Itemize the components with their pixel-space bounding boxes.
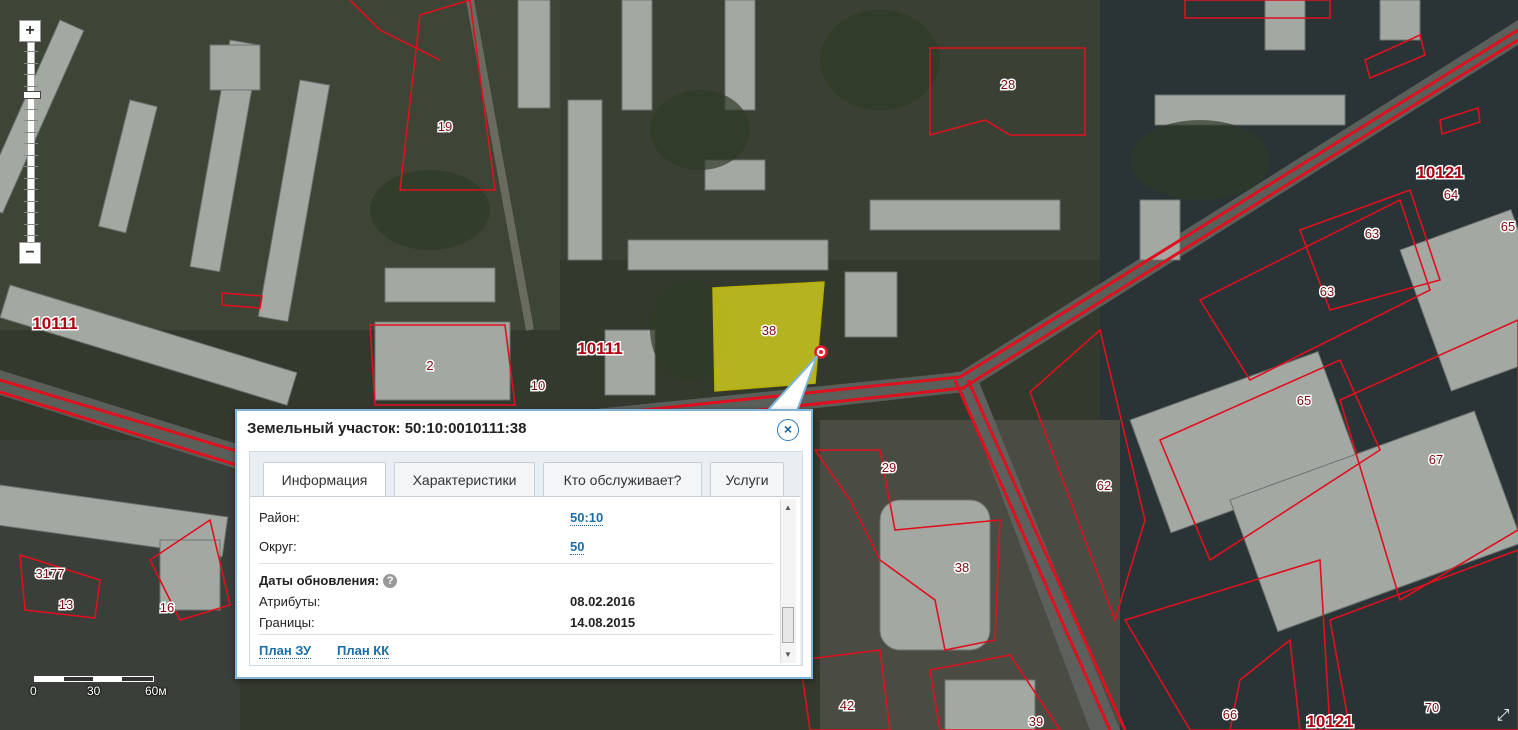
divider <box>259 563 773 564</box>
zoom-out-button[interactable]: − <box>19 242 41 264</box>
okrug-link[interactable]: 50 <box>570 539 585 555</box>
zoom-control[interactable]: + − <box>19 20 41 264</box>
borders-label: Границы: <box>259 615 315 630</box>
scrollbar[interactable]: ▲ ▼ <box>780 499 796 663</box>
parcel-label: 67 <box>1429 452 1443 467</box>
divider <box>259 634 773 635</box>
zoom-tick <box>24 235 38 236</box>
attributes-label: Атрибуты: <box>259 594 321 609</box>
fullscreen-icon[interactable]: ⤢ <box>1494 707 1512 725</box>
scroll-up-icon[interactable]: ▲ <box>784 503 792 512</box>
dates-heading: Даты обновления:? <box>259 573 398 588</box>
parcel-label: 10 <box>531 378 545 393</box>
zoom-tick <box>24 108 38 110</box>
info-pane: Район: 50:10 Округ: 50 Даты обновления:?… <box>250 496 800 665</box>
district-link[interactable]: 50:10 <box>570 510 604 526</box>
scroll-down-icon[interactable]: ▼ <box>784 650 792 659</box>
help-icon[interactable]: ? <box>383 574 398 588</box>
tab-info[interactable]: Информация <box>263 462 386 498</box>
zoom-handle[interactable] <box>23 91 41 99</box>
parcel-info-popup: Земельный участок: 50:10:0010111:38 × Ин… <box>235 409 813 679</box>
parcel-label: 42 <box>840 698 854 713</box>
zoom-tick <box>24 51 38 52</box>
parcel-label: 63 <box>1365 226 1379 241</box>
parcel-label: 39 <box>1029 714 1043 729</box>
close-button[interactable]: × <box>777 419 799 441</box>
selected-parcel-label: 38 <box>762 323 776 338</box>
popup-body: Информация Характеристики Кто обслуживае… <box>249 451 803 666</box>
scale-line <box>34 676 154 682</box>
zoom-tick <box>24 166 38 167</box>
quarter-label: 10111 <box>577 339 622 358</box>
zoom-tick <box>24 131 38 133</box>
quarter-label: 10121 <box>1306 712 1353 730</box>
popup-title: Земельный участок: 50:10:0010111:38 <box>247 420 527 437</box>
parcel-label: 38 <box>955 560 969 575</box>
parcel-label: 62 <box>1097 478 1111 493</box>
scale-label-0: 0 <box>30 684 37 698</box>
scale-label-60: 60м <box>145 684 167 698</box>
zoom-tick <box>24 200 38 202</box>
zoom-in-button[interactable]: + <box>19 20 41 42</box>
parcel-label: 13 <box>59 597 73 612</box>
parcel-label: 64 <box>1444 187 1458 202</box>
scroll-thumb[interactable] <box>782 607 794 643</box>
plan-zu-link[interactable]: План ЗУ <box>259 643 312 659</box>
parcel-label: 63 <box>1320 284 1334 299</box>
quarter-label: 10111 <box>32 314 77 333</box>
zoom-tick <box>24 85 38 87</box>
okrug-label: Округ: <box>259 539 297 554</box>
borders-date: 14.08.2015 <box>570 615 636 630</box>
zoom-tick <box>24 62 38 64</box>
zoom-slider[interactable] <box>23 42 41 244</box>
zoom-tick <box>24 143 38 144</box>
parcel-label: 65 <box>1501 219 1515 234</box>
plan-kk-link[interactable]: План КК <box>337 643 390 659</box>
scale-label-30: 30 <box>87 684 101 698</box>
parcel-label: 2 <box>426 358 433 373</box>
parcel-label: 16 <box>160 600 174 615</box>
district-label: Район: <box>259 510 300 525</box>
scale-bar: 0 30 60м <box>30 670 190 700</box>
zoom-tick <box>24 120 38 121</box>
parcel-label: 29 <box>882 460 896 475</box>
zoom-tick <box>24 154 38 156</box>
zoom-tick <box>24 74 38 75</box>
parcel-label: 65 <box>1297 393 1311 408</box>
parcel-label: 19 <box>438 119 452 134</box>
tab-who-serves[interactable]: Кто обслуживает? <box>543 462 702 496</box>
tab-services[interactable]: Услуги <box>710 462 784 496</box>
parcel-label: 28 <box>1001 77 1015 92</box>
zoom-tick <box>24 177 38 179</box>
zoom-tick <box>24 212 38 213</box>
parcel-label: 66 <box>1223 707 1237 722</box>
tab-characteristics[interactable]: Характеристики <box>394 462 535 496</box>
attributes-date: 08.02.2016 <box>570 594 636 609</box>
parcel-label: 70 <box>1425 700 1439 715</box>
zoom-tick <box>24 189 38 190</box>
zoom-tick <box>24 223 38 225</box>
quarter-label: 10121 <box>1416 163 1463 182</box>
parcel-label: 3177 <box>36 566 65 581</box>
